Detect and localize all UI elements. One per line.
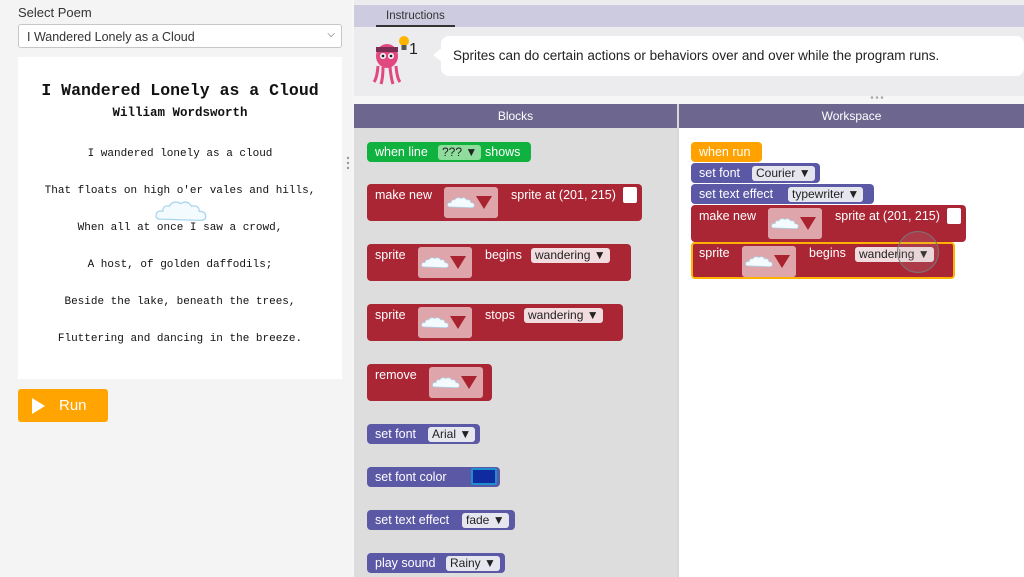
block-label: play sound bbox=[375, 556, 436, 570]
poem-line: Beside the lake, beneath the trees, bbox=[64, 296, 296, 308]
dropdown-value: Arial bbox=[432, 427, 457, 441]
location-pin-icon[interactable] bbox=[623, 187, 637, 203]
sprite-costume-dropdown[interactable] bbox=[742, 246, 796, 277]
dropdown-value: wandering bbox=[528, 308, 584, 322]
instructions-tab-bar: Instructions bbox=[354, 5, 1024, 27]
dropdown-value: fade bbox=[466, 513, 490, 527]
block-label: sprite at (201, 215) bbox=[511, 188, 616, 202]
dropdown-value: Rainy bbox=[450, 556, 481, 570]
poem-select-dropdown[interactable]: I Wandered Lonely as a Cloud ⌵ bbox=[18, 24, 342, 48]
poem-author: William Wordsworth bbox=[112, 106, 248, 120]
cloud-sprite-icon bbox=[421, 257, 449, 268]
block-label: set font bbox=[699, 166, 740, 180]
blocks-header: Blocks bbox=[354, 104, 677, 128]
cloud-sprite-icon bbox=[154, 200, 207, 222]
when-line-shows-block[interactable]: when line ??? ▼ shows bbox=[367, 142, 531, 162]
block-label: begins bbox=[485, 248, 522, 262]
drag-handle-icon[interactable] bbox=[346, 156, 350, 170]
poem-display: I Wandered Lonely as a Cloud William Wor… bbox=[18, 57, 342, 379]
chevron-down-icon: ⌵ bbox=[327, 29, 335, 40]
sprite-costume-dropdown[interactable] bbox=[418, 247, 472, 278]
app-root: Select Poem I Wandered Lonely as a Cloud… bbox=[0, 0, 1024, 577]
sprite-begins-block[interactable]: sprite begins wandering ▼ bbox=[367, 244, 631, 281]
cloud-sprite-icon bbox=[421, 317, 449, 328]
font-color-swatch[interactable] bbox=[471, 468, 497, 485]
dropdown-value: typewriter bbox=[792, 187, 845, 201]
dropdown-value: ??? bbox=[442, 145, 463, 159]
play-icon bbox=[32, 397, 45, 414]
sprite-stops-block[interactable]: sprite stops wandering ▼ bbox=[367, 304, 623, 341]
block-label: sprite bbox=[699, 246, 730, 260]
poem-line: I wandered lonely as a cloud bbox=[87, 148, 273, 160]
block-label: make new bbox=[699, 209, 756, 223]
block-label: shows bbox=[485, 145, 521, 159]
behavior-dropdown[interactable]: wandering ▼ bbox=[524, 308, 603, 323]
poem-line: That floats on high o'er vales and hills… bbox=[44, 185, 316, 197]
make-new-sprite-block[interactable]: make new sprite at (201, 215) bbox=[367, 184, 642, 221]
block-label: remove bbox=[375, 368, 417, 382]
block-label: set text effect bbox=[375, 513, 450, 527]
hint-count: 1 bbox=[409, 41, 418, 58]
effect-dropdown[interactable]: fade ▼ bbox=[462, 513, 509, 528]
tab-instructions[interactable]: Instructions bbox=[376, 5, 455, 27]
effect-dropdown[interactable]: typewriter ▼ bbox=[788, 187, 864, 202]
cloud-sprite-icon bbox=[432, 377, 460, 388]
sprite-costume-dropdown[interactable] bbox=[444, 187, 498, 218]
run-button[interactable]: Run bbox=[18, 389, 108, 422]
block-label: sprite bbox=[375, 308, 406, 322]
select-poem-label: Select Poem bbox=[18, 5, 92, 20]
block-label: set font color bbox=[375, 470, 447, 484]
block-label: make new bbox=[375, 188, 432, 202]
run-button-label: Run bbox=[59, 397, 87, 414]
location-pin-icon[interactable] bbox=[947, 208, 961, 224]
set-font-block[interactable]: set font Arial ▼ bbox=[367, 424, 480, 444]
block-label: begins bbox=[809, 246, 846, 260]
dropdown-value: Courier bbox=[756, 166, 796, 180]
font-dropdown[interactable]: Courier ▼ bbox=[752, 166, 815, 181]
play-sound-block[interactable]: play sound Rainy ▼ bbox=[367, 553, 505, 573]
font-dropdown[interactable]: Arial ▼ bbox=[428, 427, 476, 442]
poem-line: Fluttering and dancing in the breeze. bbox=[57, 333, 303, 345]
block-label: sprite at (201, 215) bbox=[835, 209, 940, 223]
poem-line: When all at once I saw a crowd, bbox=[77, 222, 283, 234]
instruction-text: Sprites can do certain actions or behavi… bbox=[441, 36, 1024, 76]
workspace-header: Workspace bbox=[679, 104, 1024, 128]
set-text-effect-block[interactable]: set text effect fade ▼ bbox=[367, 510, 515, 530]
poem-line: A host, of golden daffodils; bbox=[87, 259, 273, 271]
cloud-sprite-icon bbox=[771, 218, 799, 229]
drag-handle-icon[interactable] bbox=[870, 95, 884, 100]
dropdown-value: wandering bbox=[535, 248, 591, 262]
poem-title: I Wandered Lonely as a Cloud bbox=[41, 81, 319, 100]
sound-dropdown[interactable]: Rainy ▼ bbox=[446, 556, 500, 571]
set-font-block[interactable]: set font Courier ▼ bbox=[691, 163, 820, 183]
avatar: 1 bbox=[372, 36, 418, 85]
lightbulb-icon bbox=[399, 36, 409, 50]
block-label: when line bbox=[375, 145, 428, 159]
cursor-highlight bbox=[897, 231, 939, 273]
line-dropdown[interactable]: ??? ▼ bbox=[438, 145, 482, 160]
behavior-dropdown[interactable]: wandering ▼ bbox=[531, 248, 610, 263]
sprite-costume-dropdown[interactable] bbox=[768, 208, 822, 239]
poem-panel: Select Poem I Wandered Lonely as a Cloud… bbox=[0, 0, 352, 577]
set-font-color-block[interactable]: set font color bbox=[367, 467, 500, 487]
block-label: stops bbox=[485, 308, 515, 322]
instructions-panel: Instructions 1 Sprites can do certain ac… bbox=[354, 0, 1024, 99]
cloud-sprite-icon bbox=[447, 197, 475, 208]
sprite-costume-dropdown[interactable] bbox=[429, 367, 483, 398]
remove-sprite-block[interactable]: remove bbox=[367, 364, 492, 401]
set-text-effect-block[interactable]: set text effect typewriter ▼ bbox=[691, 184, 874, 204]
sprite-costume-dropdown[interactable] bbox=[418, 307, 472, 338]
block-label: set text effect bbox=[699, 187, 774, 201]
block-label: sprite bbox=[375, 248, 406, 262]
block-label: when run bbox=[699, 145, 751, 159]
cloud-sprite-icon bbox=[745, 256, 773, 267]
poem-select-value: I Wandered Lonely as a Cloud bbox=[27, 30, 195, 44]
block-label: set font bbox=[375, 427, 416, 441]
when-run-block[interactable]: when run bbox=[691, 142, 762, 162]
